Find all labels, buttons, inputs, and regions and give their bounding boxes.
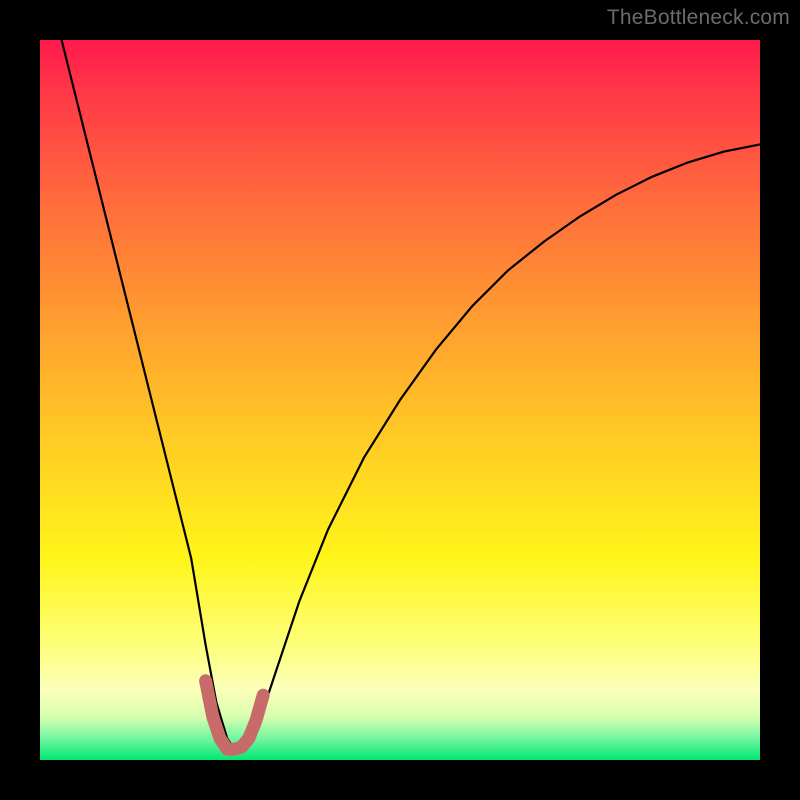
plot-area [40, 40, 760, 760]
chart-frame: TheBottleneck.com [0, 0, 800, 800]
watermark-text: TheBottleneck.com [607, 6, 790, 30]
highlight-region [206, 681, 264, 749]
curve-svg [40, 40, 760, 760]
bottleneck-curve [62, 40, 760, 749]
